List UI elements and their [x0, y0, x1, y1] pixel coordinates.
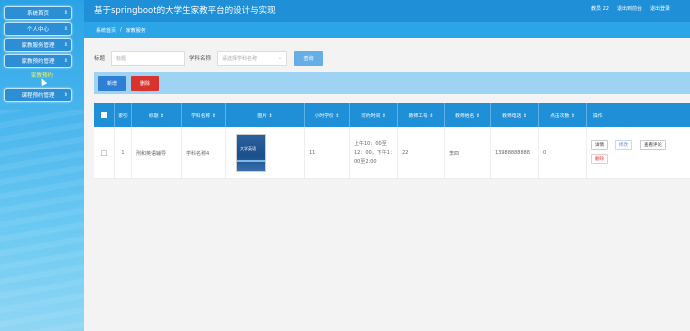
sidebar-item-label: 系统首页	[26, 11, 49, 17]
column-header-hourly-price[interactable]: 小时学价 ⇕	[305, 103, 350, 127]
column-header-teacher-phone[interactable]: 教师电话 ⇕	[491, 103, 539, 127]
row-actions-cell: 详情 修改 查看评论 删除	[587, 127, 690, 179]
sidebar-item-label: 家教服务管理	[21, 43, 55, 49]
column-header-index: 索引	[115, 103, 132, 127]
detail-button[interactable]: 详情	[591, 140, 608, 150]
sidebar-item-service[interactable]: 家教服务管理 ⇕	[4, 38, 72, 52]
logout-link[interactable]: 退出登录	[650, 5, 670, 12]
chevron-icon: ⇕	[63, 42, 68, 48]
subject-label: 学科名称	[189, 56, 212, 62]
search-form: 标题 标题 学科名称 请选择学科名称 ⌄ 查询	[94, 50, 324, 66]
action-bar: 新增 删除	[94, 72, 690, 94]
sidebar-item-appointment[interactable]: 家教预约管理 ⇕	[4, 54, 72, 68]
breadcrumb-current: 家教服务	[125, 27, 146, 34]
sidebar-item-profile[interactable]: 个人中心 ⇕	[4, 22, 72, 36]
row-index: 1	[115, 127, 132, 179]
view-comments-button[interactable]: 查看评论	[640, 140, 666, 150]
delete-button[interactable]: 删除	[131, 76, 159, 91]
course-cover-image: 大学英语	[236, 134, 266, 172]
chevron-down-icon: ⌄	[277, 55, 283, 61]
search-button[interactable]: 查询	[294, 50, 324, 66]
select-all-checkbox[interactable]	[101, 112, 107, 118]
title-input[interactable]: 标题	[111, 50, 186, 66]
chevron-icon: ⇕	[63, 10, 68, 16]
edit-button[interactable]: 修改	[615, 140, 632, 150]
sidebar-item-label: 个人中心	[26, 27, 49, 33]
row-title: 刑和英语辅导	[132, 127, 182, 179]
current-user: 教员 22	[591, 6, 609, 12]
breadcrumb: 系统首页 / 家教服务	[84, 22, 690, 38]
chevron-icon: ⇕	[63, 26, 68, 32]
add-button[interactable]: 新增	[98, 76, 126, 91]
app-title: 基于springboot的大学生家教平台的设计与实现	[94, 6, 276, 16]
select-all-header[interactable]	[94, 103, 115, 127]
cover-title: 大学英语	[240, 146, 256, 151]
column-header-subject[interactable]: 学科名称 ⇕	[182, 103, 226, 127]
sidebar: 系统首页 ⇕ 个人中心 ⇕ 家教服务管理 ⇕ 家教预约管理 ⇕ 家教预约 课程预约管理 ⇕	[0, 0, 84, 331]
column-header-image[interactable]: 图片 ⇕	[226, 103, 305, 127]
cover-band	[237, 160, 265, 162]
chevron-icon: ⇕	[63, 92, 68, 98]
column-header-clicks[interactable]: 点击次数 ⇕	[539, 103, 587, 127]
sidebar-item-label: 家教预约管理	[21, 59, 55, 65]
row-subject: 学科名称4	[182, 127, 226, 179]
column-header-teacher-name[interactable]: 教师姓名 ⇕	[445, 103, 491, 127]
column-header-title[interactable]: 标题 ⇕	[132, 103, 182, 127]
breadcrumb-separator: /	[120, 27, 122, 33]
breadcrumb-home[interactable]: 系统首页	[96, 27, 116, 34]
table-header: 索引 标题 ⇕ 学科名称 ⇕ 图片 ⇕ 小时学价 ⇕ 可约时间 ⇕ 教师工号 ⇕…	[94, 103, 690, 127]
subject-select-placeholder: 请选择学科名称	[222, 55, 258, 62]
table-row: 1 刑和英语辅导 学科名称4 大学英语 11 上午10：00至12：00，下午1…	[94, 127, 690, 179]
frontend-link[interactable]: 退出到前台	[617, 5, 642, 12]
subject-select[interactable]: 请选择学科名称 ⌄	[217, 50, 288, 66]
top-links: 教员 22 退出到前台 退出登录	[591, 5, 670, 12]
row-delete-button[interactable]: 删除	[591, 154, 608, 164]
row-teacher-name: 李四	[445, 127, 491, 179]
sidebar-item-home[interactable]: 系统首页 ⇕	[4, 6, 72, 20]
row-available-time: 上午10：00至12：00，下午1：00至2:00	[354, 140, 395, 165]
row-teacher-phone: 13988888888	[491, 127, 539, 179]
column-header-actions: 操作	[593, 113, 603, 119]
sidebar-item-label: 课程预约管理	[21, 93, 55, 99]
row-checkbox[interactable]	[101, 150, 107, 156]
row-clicks: 0	[539, 127, 587, 179]
column-header-available-time[interactable]: 可约时间 ⇕	[350, 103, 398, 127]
row-image-cell: 大学英语	[226, 127, 305, 179]
chevron-icon: ⇕	[63, 58, 68, 64]
title-label: 标题	[94, 56, 106, 62]
row-select-cell	[94, 127, 115, 179]
row-available-time-cell: 上午10：00至12：00，下午1：00至2:00	[350, 127, 398, 179]
sidebar-item-course-booking[interactable]: 课程预约管理 ⇕	[4, 88, 72, 102]
top-header: 基于springboot的大学生家教平台的设计与实现 教员 22 退出到前台 退…	[84, 0, 690, 22]
row-hourly-price: 11	[305, 127, 350, 179]
column-header-teacher-id[interactable]: 教师工号 ⇕	[398, 103, 445, 127]
row-teacher-id: 22	[398, 127, 445, 179]
